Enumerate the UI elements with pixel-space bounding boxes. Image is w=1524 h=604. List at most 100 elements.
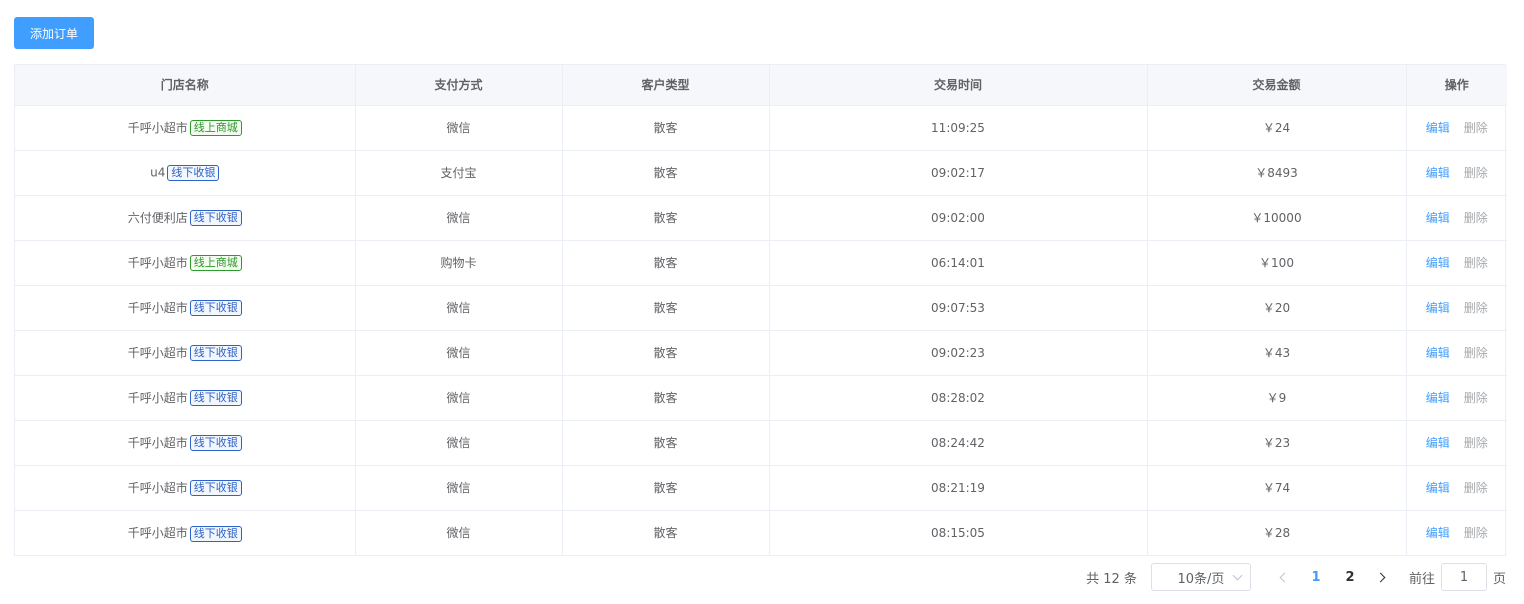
- actions-cell: 编辑 删除: [1406, 465, 1507, 511]
- table-row: 六付便利店 线下收银 微信 散客 09:02:00 ￥10000 编辑 删除: [15, 195, 1507, 241]
- next-page-button[interactable]: [1367, 563, 1395, 591]
- edit-button[interactable]: 编辑: [1426, 121, 1450, 135]
- store-name: u4: [150, 165, 166, 179]
- delete-button[interactable]: 删除: [1464, 256, 1488, 270]
- column-header-actions: 操作: [1406, 65, 1507, 106]
- actions-cell: 编辑 删除: [1406, 105, 1507, 151]
- store-name: 千呼小超市: [127, 435, 188, 450]
- customer-cell: 散客: [562, 420, 770, 466]
- customer-cell: 散客: [562, 510, 770, 555]
- table-row: 千呼小超市 线下收银 微信 散客 09:07:53 ￥20 编辑 删除: [15, 285, 1507, 331]
- channel-tag: 线下收银: [189, 525, 242, 542]
- edit-button[interactable]: 编辑: [1426, 301, 1450, 315]
- edit-button[interactable]: 编辑: [1426, 211, 1450, 225]
- time-cell: 11:09:25: [769, 105, 1148, 151]
- channel-tag: 线下收银: [189, 300, 242, 317]
- time-cell: 06:14:01: [769, 240, 1148, 286]
- amount-cell: ￥74: [1147, 465, 1407, 511]
- page-size-select[interactable]: 10条/页: [1150, 563, 1251, 591]
- time-cell: 09:02:23: [769, 330, 1148, 376]
- time-cell: 08:21:19: [769, 465, 1148, 511]
- store-name: 千呼小超市: [127, 345, 188, 360]
- store-name: 千呼小超市: [127, 300, 188, 315]
- edit-button[interactable]: 编辑: [1426, 346, 1450, 360]
- channel-tag: 线下收银: [167, 164, 220, 181]
- payment-cell: 微信: [355, 375, 563, 421]
- delete-button[interactable]: 删除: [1464, 526, 1488, 540]
- customer-cell: 散客: [562, 330, 770, 376]
- column-header-payment: 支付方式: [355, 65, 563, 106]
- payment-cell: 微信: [355, 105, 563, 151]
- store-name: 千呼小超市: [127, 526, 188, 540]
- store-name: 六付便利店: [127, 210, 188, 225]
- column-header-time: 交易时间: [769, 65, 1148, 106]
- edit-button[interactable]: 编辑: [1426, 481, 1450, 495]
- delete-button[interactable]: 删除: [1464, 391, 1488, 405]
- payment-cell: 微信: [355, 195, 563, 241]
- goto-page-input[interactable]: [1440, 563, 1487, 591]
- amount-cell: ￥20: [1147, 285, 1407, 331]
- goto-suffix: 页: [1492, 571, 1506, 587]
- orders-table: 门店名称 支付方式 客户类型 交易时间 交易金额 操作 千呼小超市 线上商城 微信散…: [14, 64, 1507, 556]
- edit-button[interactable]: 编辑: [1426, 436, 1450, 450]
- customer-cell: 散客: [562, 150, 770, 196]
- actions-cell: 编辑 删除: [1406, 330, 1507, 376]
- table-row: 千呼小超市 线上商城 微信 散客 11:09:25 ￥24 编辑 删除: [15, 105, 1507, 151]
- amount-cell: ￥28: [1147, 510, 1407, 555]
- edit-button[interactable]: 编辑: [1426, 391, 1450, 405]
- total-count: 共 12 条: [1086, 571, 1137, 587]
- time-cell: 09:07:53: [769, 285, 1148, 331]
- amount-cell: ￥43: [1147, 330, 1407, 376]
- payment-cell: 支付宝: [355, 150, 563, 196]
- customer-cell: 散客: [562, 465, 770, 511]
- amount-cell: ￥23: [1147, 420, 1407, 466]
- delete-button[interactable]: 删除: [1464, 166, 1488, 180]
- channel-tag: 线下收银: [189, 390, 242, 407]
- amount-cell: ￥8493: [1147, 150, 1407, 196]
- store-cell: 六付便利店 线下收银: [15, 195, 356, 241]
- amount-cell: ￥24: [1147, 105, 1407, 151]
- channel-tag: 线下收银: [189, 210, 242, 227]
- add-order-button[interactable]: 添加订单: [14, 17, 94, 49]
- delete-button[interactable]: 删除: [1464, 436, 1488, 450]
- page-size-value: 10条/页: [1177, 571, 1225, 587]
- channel-tag: 线上商城: [189, 120, 242, 137]
- table-row: 千呼小超市 线下收银 微信 散客 09:02:23 ￥43 编辑 删除: [15, 330, 1507, 376]
- store-cell: 千呼小超市 线上商城: [15, 105, 356, 151]
- time-cell: 08:24:42: [769, 420, 1148, 466]
- edit-button[interactable]: 编辑: [1426, 526, 1450, 540]
- prev-page-button[interactable]: [1271, 563, 1299, 591]
- delete-button[interactable]: 删除: [1464, 481, 1488, 495]
- payment-cell: 微信: [355, 285, 563, 331]
- payment-cell: 微信: [355, 510, 563, 555]
- actions-cell: 编辑 删除: [1406, 285, 1507, 331]
- table-header-row: 门店名称 支付方式 客户类型 交易时间 交易金额 操作: [15, 65, 1507, 106]
- actions-cell: 编辑 删除: [1406, 510, 1507, 555]
- store-cell: 千呼小超市 线下收银: [15, 375, 356, 421]
- delete-button[interactable]: 删除: [1464, 121, 1488, 135]
- payment-cell: 购物卡: [355, 240, 563, 286]
- channel-tag: 线下收银: [189, 435, 242, 452]
- store-name: 千呼小超市: [127, 480, 188, 495]
- customer-cell: 散客: [562, 105, 770, 151]
- delete-button[interactable]: 删除: [1464, 301, 1488, 315]
- payment-cell: 微信: [355, 330, 563, 376]
- page-2-button[interactable]: 2: [1336, 563, 1364, 591]
- amount-cell: ￥100: [1147, 240, 1407, 286]
- customer-cell: 散客: [562, 285, 770, 331]
- edit-button[interactable]: 编辑: [1426, 256, 1450, 270]
- table-row: 千呼小超市 线下收银 微信 散客 08:21:19 ￥74 编辑 删除: [15, 465, 1507, 511]
- actions-cell: 编辑 删除: [1406, 195, 1507, 241]
- store-cell: 千呼小超市 线下收银: [15, 330, 356, 376]
- edit-button[interactable]: 编辑: [1426, 166, 1450, 180]
- store-cell: 千呼小超市 线下收银: [15, 510, 356, 555]
- delete-button[interactable]: 删除: [1464, 346, 1488, 360]
- page-1-button[interactable]: 1: [1302, 563, 1330, 591]
- store-name: 千呼小超市: [127, 120, 188, 135]
- table-row: 千呼小超市 线下收银 微信 散客 08:24:42 ￥23 编辑 删除: [15, 420, 1507, 466]
- time-cell: 09:02:17: [769, 150, 1148, 196]
- delete-button[interactable]: 删除: [1464, 211, 1488, 225]
- store-name: 千呼小超市: [127, 390, 188, 405]
- actions-cell: 编辑 删除: [1406, 375, 1507, 421]
- actions-cell: 编辑 删除: [1406, 240, 1507, 286]
